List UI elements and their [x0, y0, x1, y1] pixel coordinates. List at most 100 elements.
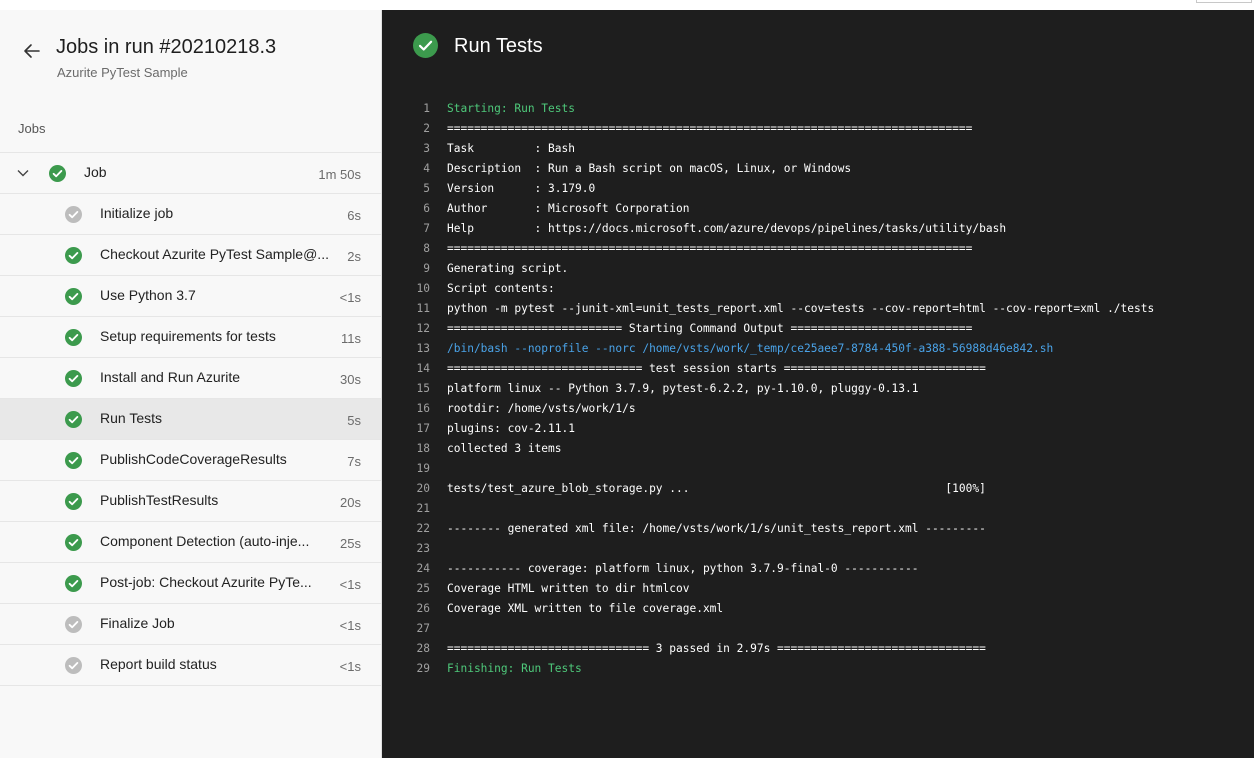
line-number: 8 [423, 242, 430, 255]
success-icon [65, 329, 82, 346]
log-text: Coverage XML written to file coverage.xm… [447, 602, 724, 615]
line-number: 19 [416, 462, 430, 475]
log-text: Generating script. [447, 262, 569, 275]
step-duration: 2s [347, 249, 361, 264]
step-duration: <1s [339, 618, 361, 633]
log-text: Description : Run a Bash script on macOS… [447, 162, 852, 175]
log-text: ========================================… [447, 242, 973, 255]
top-corner-control [1196, 0, 1252, 3]
log-line: 19 [410, 459, 1154, 479]
log-text: ========================================… [447, 122, 973, 135]
log-text: tests/test_azure_blob_storage.py ... [10… [447, 482, 986, 495]
line-number: 11 [416, 302, 430, 315]
line-number: 5 [423, 182, 430, 195]
step-row[interactable]: Component Detection (auto-inje... 25s [0, 521, 381, 562]
line-number: 17 [416, 422, 430, 435]
success-icon [65, 288, 82, 305]
line-number: 27 [416, 622, 430, 635]
step-row[interactable]: Checkout Azurite PyTest Sample@... 2s [0, 234, 381, 275]
job-row[interactable]: Job 1m 50s [0, 152, 381, 193]
log-line: 8 =======================================… [410, 239, 1154, 259]
line-number: 7 [423, 222, 430, 235]
step-duration: 25s [340, 536, 361, 551]
log-line: 4 Description : Run a Bash script on macO… [410, 159, 1154, 179]
step-row[interactable]: Use Python 3.7 <1s [0, 275, 381, 316]
step-row[interactable]: Post-job: Checkout Azurite PyTe... <1s [0, 562, 381, 603]
line-number: 6 [423, 202, 430, 215]
log-line: 11 python -m pytest --junit-xml=unit_test… [410, 299, 1155, 319]
line-number: 21 [416, 502, 430, 515]
log-line: 26 Coverage XML written to file coverage.… [410, 599, 1154, 619]
line-number: 14 [416, 362, 430, 375]
step-row[interactable]: Run Tests 5s [0, 398, 381, 439]
log-line: 12 ========================== Starting Co… [410, 319, 1154, 339]
step-duration: 30s [340, 372, 361, 387]
step-row[interactable]: Report build status <1s [0, 644, 381, 686]
job-duration: 1m 50s [318, 167, 361, 182]
success-icon [65, 247, 82, 264]
log-line: 27 [410, 619, 1154, 639]
log-text: collected 3 items [447, 442, 562, 455]
line-number: 1 [423, 102, 430, 115]
pending-icon [65, 616, 82, 633]
step-label: PublishCodeCoverageResults [100, 451, 287, 467]
log-line: 3 Task : Bash [410, 139, 1154, 159]
step-row[interactable]: Install and Run Azurite 30s [0, 357, 381, 398]
success-icon [65, 534, 82, 551]
log-line: 24 ----------- coverage: platform linux, … [410, 559, 1154, 579]
log-text: ============================= test sessi… [447, 362, 986, 375]
success-icon [49, 165, 66, 182]
success-icon [65, 370, 82, 387]
step-duration: 6s [347, 208, 361, 223]
chevron-down-icon[interactable] [15, 165, 31, 181]
log-line: 10 Script contents: [410, 279, 1154, 299]
pipeline-name: Azurite PyTest Sample [57, 65, 188, 80]
log-line: 7 Help : https://docs.microsoft.com/azure… [410, 219, 1154, 239]
step-label: Setup requirements for tests [100, 328, 276, 344]
log-text: ========================== Starting Comm… [447, 322, 973, 335]
log-line: 23 [410, 539, 1154, 559]
back-button[interactable] [20, 39, 44, 63]
step-row[interactable]: Setup requirements for tests 11s [0, 316, 381, 357]
step-row[interactable]: Initialize job 6s [0, 193, 381, 234]
line-number: 22 [416, 522, 430, 535]
log-text: python -m pytest --junit-xml=unit_tests_… [447, 302, 1155, 315]
log-text: Finishing: Run Tests [447, 662, 582, 675]
log-title: Run Tests [454, 35, 543, 57]
log-line: 25 Coverage HTML written to dir htmlcov [410, 579, 1154, 599]
step-row[interactable]: Finalize Job <1s [0, 603, 381, 644]
step-row[interactable]: PublishTestResults 20s [0, 480, 381, 521]
job-list: Job 1m 50s Initialize job 6s Checkout Azur… [0, 152, 381, 686]
step-label: Initialize job [100, 205, 174, 221]
line-number: 24 [416, 562, 430, 575]
log-text: ----------- coverage: platform linux, py… [447, 562, 919, 575]
step-label: Run Tests [100, 410, 162, 426]
step-label: Report build status [100, 656, 217, 672]
line-number: 28 [416, 642, 430, 655]
back-arrow-icon [24, 44, 40, 58]
log-panel: Run Tests 1 Starting: Run Tests 2 =========… [382, 10, 1254, 758]
step-label: Component Detection (auto-inje... [100, 533, 310, 549]
page-title: Jobs in run #20210218.3 [56, 36, 277, 58]
step-duration: 7s [347, 454, 361, 469]
line-number: 3 [423, 142, 430, 155]
help-link[interactable]: https://docs.microsoft.com/azure/devops/… [548, 222, 1006, 235]
log-text: Coverage HTML written to dir htmlcov [447, 582, 690, 595]
log-text: rootdir: /home/vsts/work/1/s [447, 402, 636, 415]
jobs-section-header: Jobs [18, 121, 46, 136]
step-label: Finalize Job [100, 615, 175, 631]
log-text: -------- generated xml file: /home/vsts/… [447, 522, 986, 535]
step-duration: 11s [341, 331, 361, 346]
line-number: 4 [423, 162, 430, 175]
log-line: 29 Finishing: Run Tests [410, 659, 1154, 679]
step-duration: 20s [340, 495, 361, 510]
step-duration: <1s [339, 659, 361, 674]
success-icon [65, 493, 82, 510]
success-icon [65, 411, 82, 428]
step-label: Use Python 3.7 [100, 287, 196, 303]
line-number: 20 [416, 482, 430, 495]
step-row[interactable]: PublishCodeCoverageResults 7s [0, 439, 381, 480]
pending-icon [65, 657, 82, 674]
log-output: 1 Starting: Run Tests 2 ===================… [410, 99, 1155, 679]
log-text: Help : https://docs.microsoft.com/azure/… [447, 219, 1006, 239]
